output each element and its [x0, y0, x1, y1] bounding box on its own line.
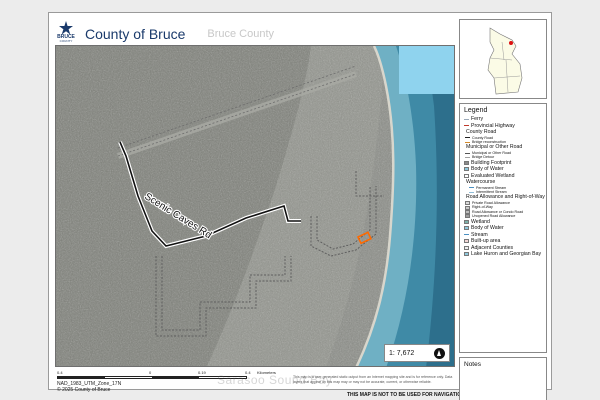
legend-label: Lake Huron and Georgian Bay	[471, 251, 542, 258]
lake-block	[399, 46, 454, 94]
legend-swatch-icon	[464, 234, 469, 236]
legend-swatch-icon	[464, 167, 469, 172]
legend-swatch-icon	[464, 173, 469, 178]
legend-swatch-icon	[469, 191, 474, 193]
legend-swatch-icon	[464, 219, 469, 224]
legend-swatch-icon	[465, 156, 470, 158]
legend-list: Ferry Provincial Highway County Road County…	[464, 116, 545, 258]
overview-map	[459, 19, 547, 99]
legend-swatch-icon	[464, 160, 469, 165]
north-arrow-icon	[434, 347, 445, 359]
aerial-imagery: Scenic Caves Rd	[56, 46, 454, 366]
scale-tick: 0.19	[198, 370, 206, 375]
logo-subtext: COUNTY	[59, 39, 73, 43]
legend-swatch-icon	[464, 118, 469, 120]
legend-swatch-icon	[464, 125, 469, 127]
legend-swatch-icon	[465, 214, 470, 219]
legend-panel: Legend Ferry Provincial Highway County Roa…	[459, 103, 547, 353]
legend-item: Lake Huron and Georgian Bay	[464, 251, 542, 258]
scale-ratio-text: 1: 7,672	[389, 349, 415, 357]
legend-swatch-icon	[465, 137, 470, 139]
notes-panel: Notes	[459, 357, 547, 400]
legend-swatch-icon	[465, 205, 470, 210]
legend-swatch-icon	[465, 201, 470, 206]
scale-tick: 0	[149, 370, 152, 375]
map-sheet: BRUCE COUNTY County of Bruce Bruce Count…	[48, 12, 552, 400]
scale-tick: 0.4	[57, 370, 63, 375]
copyright-text: © 2025 County of Bruce	[57, 387, 111, 393]
scale-ratio-box: 1: 7,672	[384, 344, 450, 362]
legend-swatch-icon	[465, 141, 470, 143]
map-title: County of Bruce	[85, 26, 186, 42]
legend-swatch-icon	[465, 209, 470, 214]
legend-swatch-icon	[469, 187, 474, 189]
notes-title: Notes	[464, 361, 481, 368]
legend-swatch-icon	[464, 245, 469, 250]
legend-swatch-icon	[464, 226, 469, 231]
navigation-warning: THIS MAP IS NOT TO BE USED FOR NAVIGATIO…	[347, 392, 465, 398]
map-subtitle: Bruce County	[207, 28, 275, 40]
legend-swatch-icon	[464, 239, 469, 244]
county-logo-icon	[59, 21, 73, 35]
map-canvas[interactable]: Scenic Caves Rd 1: 7,672	[55, 45, 455, 367]
map-footer: NAD_1983_UTM_Zone_17N © 2025 County of B…	[57, 381, 121, 393]
disclaimer-text: This map is a user generated static outp…	[293, 375, 453, 384]
legend-title: Legend	[464, 107, 488, 114]
location-marker-icon	[509, 41, 513, 45]
overview-county-outline	[487, 27, 523, 95]
legend-swatch-icon	[465, 152, 470, 154]
county-logo: BRUCE COUNTY	[55, 21, 77, 47]
legend-swatch-icon	[464, 252, 469, 257]
